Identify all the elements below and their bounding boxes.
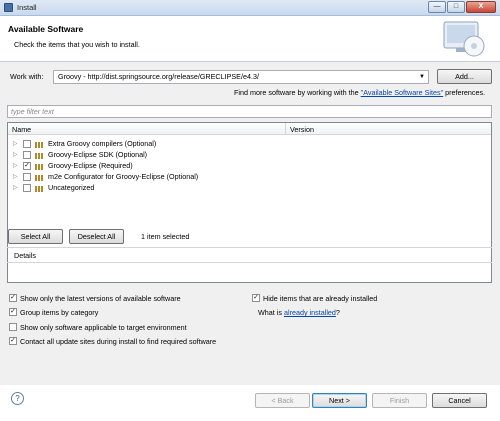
column-divider[interactable] (285, 123, 286, 135)
hide-installed-checkbox[interactable]: ✓ (252, 294, 260, 302)
column-name[interactable]: Name (12, 125, 31, 134)
target-environment-checkbox[interactable] (9, 323, 17, 331)
category-icon (35, 141, 45, 148)
contact-update-sites-label[interactable]: Contact all update sites during install … (20, 337, 216, 346)
row-checkbox-checked[interactable]: ✓ (23, 162, 31, 170)
available-software-sites-link[interactable]: "Available Software Sites" (361, 88, 443, 97)
deselect-all-button[interactable]: Deselect All (69, 229, 124, 244)
next-button[interactable]: Next > (312, 393, 367, 408)
what-is-prefix: What is (258, 308, 282, 317)
row-label: Uncategorized (48, 183, 95, 192)
install-banner-icon (443, 21, 485, 57)
row-label: m2e Configurator for Groovy-Eclipse (Opt… (48, 172, 199, 181)
work-with-value: Groovy - http://dist.springsource.org/re… (58, 72, 259, 81)
expand-icon[interactable]: ▷ (13, 172, 18, 182)
finish-button[interactable]: Finish (372, 393, 427, 408)
page-title: Available Software (8, 24, 84, 34)
tree-row[interactable]: ▷ m2e Configurator for Groovy-Eclipse (O… (8, 172, 491, 182)
category-icon (35, 163, 45, 170)
details-label: Details (14, 251, 36, 260)
add-site-button[interactable]: Add... (437, 69, 492, 84)
already-installed-link[interactable]: already installed (284, 308, 336, 317)
tree-row[interactable]: ▷ Uncategorized (8, 183, 491, 193)
contact-update-sites-checkbox[interactable]: ✓ (9, 337, 17, 345)
header-banner: Available Software Check the items that … (0, 16, 500, 62)
column-version[interactable]: Version (290, 125, 314, 134)
chevron-down-icon[interactable]: ▼ (419, 71, 425, 83)
group-by-category-label[interactable]: Group items by category (20, 308, 98, 317)
tree-header: Name Version (8, 123, 491, 135)
row-checkbox[interactable] (23, 151, 31, 159)
find-more-suffix: preferences. (445, 88, 486, 97)
maximize-button[interactable]: □ (447, 1, 465, 13)
category-icon (35, 152, 45, 159)
expand-icon[interactable]: ▷ (13, 150, 18, 160)
row-label: Groovy-Eclipse (Required) (48, 161, 133, 170)
work-with-label: Work with: (10, 72, 44, 81)
title-bar: Install — □ X (0, 0, 500, 16)
category-icon (35, 174, 45, 181)
latest-versions-checkbox[interactable]: ✓ (9, 294, 17, 302)
page-subtitle: Check the items that you wish to install… (14, 40, 140, 49)
hide-installed-label[interactable]: Hide items that are already installed (263, 294, 377, 303)
tree-row[interactable]: ▷ Groovy-Eclipse SDK (Optional) (8, 150, 491, 160)
what-is-suffix: ? (335, 308, 340, 317)
filter-input[interactable]: type filter text (7, 105, 492, 118)
expand-icon[interactable]: ▷ (13, 183, 18, 193)
selection-status: 1 item selected (141, 232, 190, 241)
main-panel: Work with: Groovy - http://dist.springso… (0, 62, 500, 385)
app-icon (4, 3, 13, 12)
cancel-button[interactable]: Cancel (432, 393, 487, 408)
row-checkbox[interactable] (23, 184, 31, 192)
row-checkbox[interactable] (23, 140, 31, 148)
work-with-combo[interactable]: Groovy - http://dist.springsource.org/re… (53, 70, 429, 84)
details-area (7, 262, 492, 286)
expand-icon[interactable]: ▷ (13, 139, 18, 149)
tree-row[interactable]: ▷ Extra Groovy compilers (Optional) (8, 139, 491, 149)
divider (7, 247, 492, 248)
latest-versions-label[interactable]: Show only the latest versions of availab… (20, 294, 181, 303)
what-is-installed-text: What is already installed? (258, 308, 340, 317)
group-by-category-checkbox[interactable]: ✓ (9, 308, 17, 316)
find-more-prefix: Find more software by working with the (234, 88, 359, 97)
window-title: Install (17, 3, 37, 12)
category-icon (35, 185, 45, 192)
row-label: Extra Groovy compilers (Optional) (48, 139, 157, 148)
row-label: Groovy-Eclipse SDK (Optional) (48, 150, 148, 159)
back-button[interactable]: < Back (255, 393, 310, 408)
find-more-text: Find more software by working with the "… (234, 88, 485, 97)
minimize-button[interactable]: — (428, 1, 446, 13)
expand-icon[interactable]: ▷ (13, 161, 18, 171)
help-icon[interactable]: ? (11, 392, 24, 405)
close-button[interactable]: X (466, 1, 496, 13)
software-tree: Name Version ▷ Extra Groovy compilers (O… (7, 122, 492, 283)
tree-row[interactable]: ▷ ✓ Groovy-Eclipse (Required) (8, 161, 491, 171)
select-all-button[interactable]: Select All (8, 229, 63, 244)
target-environment-label[interactable]: Show only software applicable to target … (20, 323, 187, 332)
row-checkbox[interactable] (23, 173, 31, 181)
